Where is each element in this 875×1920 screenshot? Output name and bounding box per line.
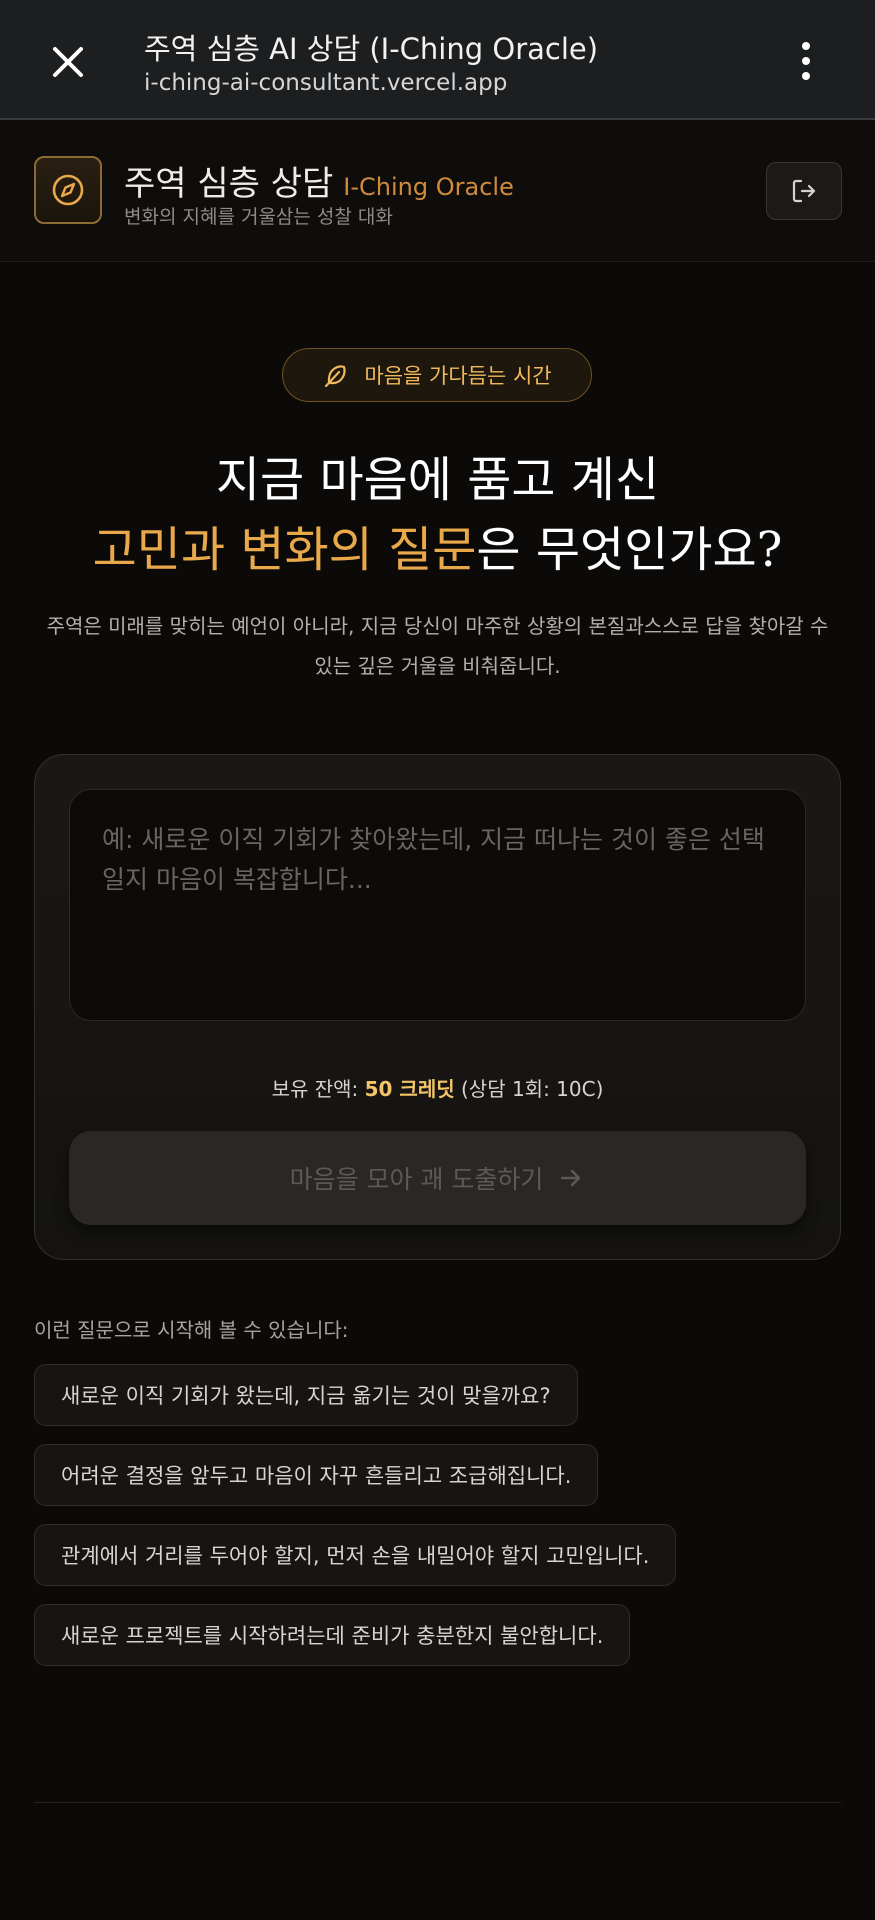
balance-value: 50 크레딧 bbox=[364, 1077, 455, 1101]
close-icon[interactable] bbox=[44, 38, 92, 86]
footer-divider bbox=[34, 1802, 841, 1803]
browser-url[interactable]: i-ching-ai-consultant.vercel.app bbox=[144, 70, 507, 96]
credit-balance: 보유 잔액: 50 크레딧 (상담 1회: 10C) bbox=[35, 1073, 840, 1102]
suggestion-chip[interactable]: 관계에서 거리를 두어야 할지, 먼저 손을 내밀어야 할지 고민입니다. bbox=[34, 1524, 677, 1586]
app-header: 주역 심층 상담 I-Ching Oracle 변화의 지혜를 거울삼는 성찰 … bbox=[0, 120, 875, 262]
browser-top-bar: 주역 심층 AI 상담 (I-Ching Oracle) i-ching-ai-… bbox=[0, 0, 875, 120]
app-title: 주역 심층 상담 I-Ching Oracle bbox=[124, 156, 514, 205]
hero-heading-line1: 지금 마음에 품고 계신 bbox=[215, 452, 660, 508]
logout-icon bbox=[792, 179, 816, 203]
hero-heading-highlight: 고민과 변화의 질문 bbox=[92, 522, 477, 578]
balance-suffix: (상담 1회: 10C) bbox=[454, 1077, 604, 1101]
feather-icon bbox=[325, 365, 346, 388]
hero-heading-rest: 은 무엇인가요? bbox=[476, 522, 783, 578]
question-input[interactable]: 예: 새로운 이직 기회가 찾아왔는데, 지금 떠나는 것이 좋은 선택일지 마… bbox=[69, 789, 806, 1021]
arrow-right-icon bbox=[561, 1169, 581, 1187]
balance-prefix: 보유 잔액: bbox=[271, 1077, 365, 1101]
more-vertical-icon[interactable] bbox=[786, 36, 826, 86]
hero-description: 주역은 미래를 맞히는 예언이 아니라, 지금 당신이 마주한 상황의 본질과스… bbox=[46, 614, 829, 678]
question-card: 예: 새로운 이직 기회가 찾아왔는데, 지금 떠나는 것이 좋은 선택일지 마… bbox=[34, 754, 841, 1260]
browser-page-title: 주역 심층 AI 상담 (I-Ching Oracle) bbox=[144, 32, 599, 66]
hero-heading-line2: 고민과 변화의 질문은 무엇인가요? bbox=[0, 510, 875, 580]
app-title-en: I-Ching Oracle bbox=[343, 173, 514, 201]
compass-icon bbox=[34, 156, 102, 224]
submit-button[interactable]: 마음을 모아 괘 도출하기 bbox=[69, 1131, 806, 1225]
app-title-ko: 주역 심층 상담 bbox=[124, 164, 334, 204]
submit-label: 마음을 모아 괘 도출하기 bbox=[289, 1165, 544, 1194]
suggestion-chip[interactable]: 새로운 이직 기회가 왔는데, 지금 옮기는 것이 맞을까요? bbox=[34, 1364, 578, 1426]
status-badge: 마음을 가다듬는 시간 bbox=[282, 348, 592, 402]
logout-button[interactable] bbox=[766, 162, 842, 220]
suggestion-chip[interactable]: 새로운 프로젝트를 시작하려는데 준비가 충분한지 불안합니다. bbox=[34, 1604, 631, 1666]
suggestion-chip[interactable]: 어려운 결정을 앞두고 마음이 자꾸 흔들리고 조급해집니다. bbox=[34, 1444, 599, 1506]
suggestions-label: 이런 질문으로 시작해 볼 수 있습니다: bbox=[34, 1318, 349, 1342]
app-subtitle: 변화의 지혜를 거울삼는 성찰 대화 bbox=[124, 206, 393, 228]
badge-text: 마음을 가다듬는 시간 bbox=[364, 364, 552, 388]
